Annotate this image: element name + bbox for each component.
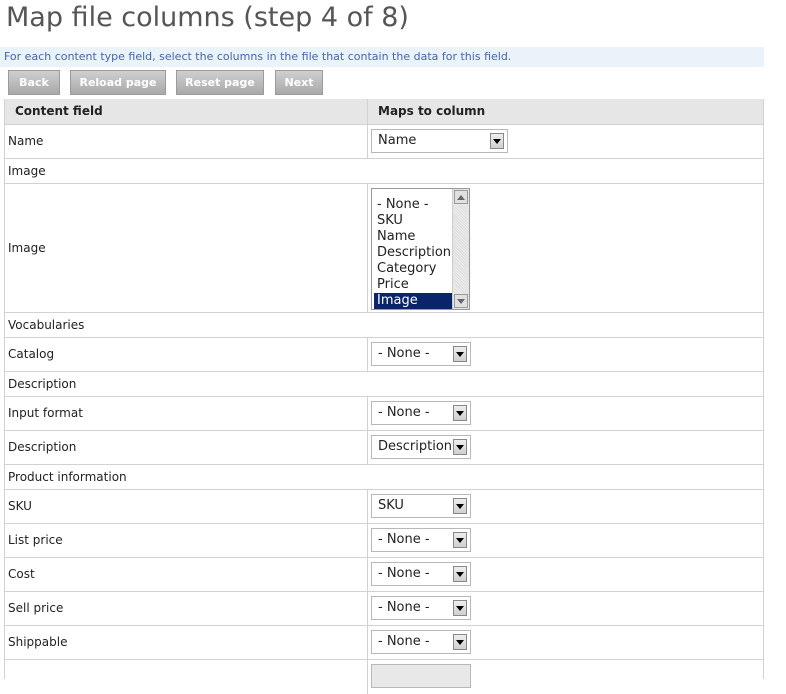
header-content-field: Content field: [15, 104, 103, 118]
group-label: Image: [8, 164, 46, 178]
field-label: Description: [8, 440, 77, 454]
listbox-option[interactable]: Price: [374, 277, 452, 293]
cost-column-select[interactable]: - None -: [371, 562, 471, 586]
field-label: Sell price: [8, 601, 64, 615]
table-row: Image - None - SKU Name Description Cate…: [5, 184, 763, 313]
chevron-down-icon: [453, 532, 467, 548]
group-row: Product information: [5, 465, 763, 490]
table-row: Catalog - None -: [5, 338, 763, 372]
list-price-column-select[interactable]: - None -: [371, 528, 471, 552]
listbox-option[interactable]: Name: [374, 229, 452, 245]
table-row: Cost - None -: [5, 558, 763, 592]
chevron-down-icon: [453, 346, 467, 362]
group-row: Vocabularies: [5, 313, 763, 338]
chevron-down-icon: [453, 634, 467, 650]
field-label: Input format: [8, 406, 83, 420]
description-column-select[interactable]: Description: [371, 435, 471, 459]
table-row: Sell price - None -: [5, 592, 763, 626]
listbox-option-selected[interactable]: Image: [374, 293, 452, 309]
field-label: Shippable: [8, 635, 68, 649]
table-row: List price - None -: [5, 524, 763, 558]
table-header: Content field Maps to column: [5, 99, 763, 125]
scroll-up-icon[interactable]: [454, 190, 468, 204]
field-label: Name: [8, 134, 44, 148]
listbox-option[interactable]: - None -: [374, 197, 452, 213]
next-button[interactable]: Next: [275, 70, 323, 95]
table-row: Shippable - None -: [5, 626, 763, 660]
group-label: Vocabularies: [8, 318, 85, 332]
table-row: SKU SKU: [5, 490, 763, 524]
listbox-option[interactable]: Category: [374, 261, 452, 277]
chevron-down-icon: [453, 498, 467, 514]
next-column-select[interactable]: [371, 664, 471, 688]
group-row: Description: [5, 372, 763, 397]
chevron-down-icon: [453, 600, 467, 616]
group-label: Product information: [8, 470, 127, 484]
chevron-down-icon: [490, 133, 504, 149]
back-button[interactable]: Back: [8, 70, 60, 95]
chevron-down-icon: [453, 405, 467, 421]
field-label: Catalog: [8, 347, 55, 361]
table-row: Description Description: [5, 431, 763, 465]
sku-column-select[interactable]: SKU: [371, 494, 471, 518]
page-title: Map file columns (step 4 of 8): [6, 2, 409, 33]
name-column-select[interactable]: Name: [371, 129, 508, 153]
group-label: Description: [8, 377, 77, 391]
mapping-table: Content field Maps to column Name Name I…: [4, 99, 764, 694]
listbox-option[interactable]: SKU: [374, 213, 452, 229]
reset-page-button[interactable]: Reset page: [176, 70, 264, 95]
listbox-scrollbar[interactable]: [452, 189, 469, 309]
field-label: List price: [8, 533, 63, 547]
field-label: Cost: [8, 567, 35, 581]
sell-price-column-select[interactable]: - None -: [371, 596, 471, 620]
field-label: Image: [8, 241, 46, 255]
table-row-partial: [5, 660, 763, 694]
help-text: For each content type field, select the …: [0, 47, 764, 67]
group-row: Image: [5, 159, 763, 184]
image-column-listbox[interactable]: - None - SKU Name Description Category P…: [371, 188, 470, 310]
scroll-down-icon[interactable]: [454, 294, 468, 308]
chevron-down-icon: [453, 439, 467, 455]
reload-page-button[interactable]: Reload page: [70, 70, 166, 95]
catalog-column-select[interactable]: - None -: [371, 342, 471, 366]
header-maps-to-column: Maps to column: [378, 104, 486, 118]
shippable-column-select[interactable]: - None -: [371, 630, 471, 654]
table-row: Input format - None -: [5, 397, 763, 431]
listbox-option[interactable]: Description: [374, 245, 452, 261]
field-label: SKU: [8, 499, 32, 513]
table-row: Name Name: [5, 125, 763, 159]
chevron-down-icon: [453, 566, 467, 582]
input-format-column-select[interactable]: - None -: [371, 401, 471, 425]
